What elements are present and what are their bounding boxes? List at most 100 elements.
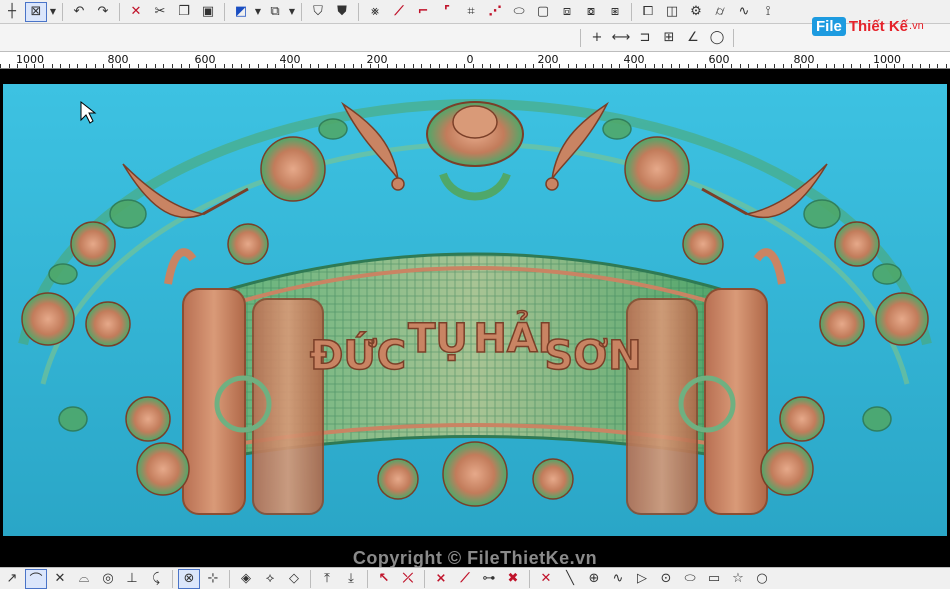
- trim-curve-icon[interactable]: ⤹: [145, 569, 167, 589]
- line-icon[interactable]: ⟋: [388, 2, 410, 22]
- toolbar-separator: [631, 2, 632, 21]
- layer-icon[interactable]: ⧈: [556, 2, 578, 22]
- wave-tool-icon[interactable]: ⊕: [583, 569, 605, 589]
- rectangle-tool-icon[interactable]: ⬭: [679, 569, 701, 589]
- arrow-diag-icon[interactable]: ↗: [1, 569, 23, 589]
- chevron-down-icon[interactable]: ▼: [287, 7, 297, 16]
- align-icon[interactable]: ⧆: [604, 2, 626, 22]
- mirror-icon[interactable]: ⧠: [637, 2, 659, 22]
- arrow-split-icon[interactable]: ⤫: [397, 569, 419, 589]
- arc-tool-icon[interactable]: ⌒: [25, 568, 47, 589]
- fillet-icon[interactable]: ⌜: [436, 2, 458, 22]
- chevron-down-icon[interactable]: ▼: [253, 7, 263, 16]
- viewport[interactable]: ĐỨC TỤ HẢI SƠN Copyright © FileThietKe.v…: [0, 69, 950, 568]
- ruler-tick: [705, 64, 706, 68]
- measure-box-icon[interactable]: ⊞: [658, 28, 680, 48]
- target-circle-icon[interactable]: ▷: [631, 569, 653, 589]
- trim-icon[interactable]: ⨳: [364, 2, 386, 22]
- toolbar-separator: [580, 28, 581, 47]
- toolbar-separator: [310, 569, 311, 588]
- ruler-tick: [654, 64, 655, 68]
- ruler-tick: [576, 64, 577, 68]
- undo-icon[interactable]: ↶: [68, 2, 90, 22]
- star-tool-icon[interactable]: ✖: [502, 569, 524, 589]
- ruler-tick: [912, 64, 913, 68]
- ellipse-icon[interactable]: ⬭: [508, 2, 530, 22]
- cut-icon[interactable]: ✂: [149, 2, 171, 22]
- relief-canvas[interactable]: ĐỨC TỤ HẢI SƠN: [3, 84, 947, 536]
- break-icon[interactable]: ⟋: [454, 569, 476, 589]
- ruler-tick: [232, 64, 233, 68]
- ruler-tick: [525, 64, 526, 68]
- ruler-label: 200: [537, 53, 559, 66]
- circle-tool-icon[interactable]: ☆: [727, 569, 749, 589]
- copy-icon[interactable]: ❐: [173, 2, 195, 22]
- ruler-tick: [636, 64, 637, 68]
- offset-icon[interactable]: ⌗: [460, 2, 482, 22]
- chevron-down-icon[interactable]: ▼: [48, 7, 58, 16]
- arrow-up-icon[interactable]: ↖: [373, 569, 395, 589]
- diamond-x-icon[interactable]: ⟡: [259, 569, 281, 589]
- corner-icon[interactable]: ⌐: [412, 2, 434, 22]
- ruler-tick: [387, 64, 388, 68]
- ruler-tick: [353, 64, 354, 68]
- character-son: SƠN: [544, 333, 641, 379]
- join-icon[interactable]: ⨯: [430, 569, 452, 589]
- ruler-tick: [344, 64, 345, 68]
- node-edit-icon[interactable]: ⊹: [202, 569, 224, 589]
- lasso-icon[interactable]: ◯: [706, 28, 728, 48]
- ruler-tick: [172, 64, 173, 68]
- brand-logo: File Thiết Kế .vn: [812, 13, 924, 39]
- cross-tool-icon[interactable]: ✕: [49, 569, 71, 589]
- fold-icon[interactable]: ⌭: [709, 2, 731, 22]
- paste-icon[interactable]: ▣: [197, 2, 219, 22]
- circle-point-icon[interactable]: ╲: [559, 569, 581, 589]
- group-icon[interactable]: ⧇: [580, 2, 602, 22]
- angle-icon[interactable]: ∠: [682, 28, 704, 48]
- ruler-tick: [679, 64, 680, 68]
- node-add-icon[interactable]: ⊗: [178, 568, 200, 589]
- view-color-icon[interactable]: ◩: [230, 2, 252, 22]
- view-box-icon[interactable]: ⧉: [264, 2, 286, 22]
- circle-tool-end-icon[interactable]: ○: [751, 569, 773, 589]
- redo-icon[interactable]: ↷: [92, 2, 114, 22]
- layer-down-icon[interactable]: ⤓: [340, 569, 362, 589]
- ruler-tick: [490, 64, 491, 68]
- ruler-tick: [929, 64, 930, 68]
- window-select-icon[interactable]: ⊠: [25, 1, 47, 22]
- shade-icon[interactable]: ⛉: [307, 2, 329, 22]
- diamond-plus-icon[interactable]: ◇: [283, 569, 305, 589]
- ellipse-tool-icon[interactable]: ⊙: [655, 569, 677, 589]
- ruler-tick: [464, 64, 465, 68]
- delete-icon[interactable]: ✕: [125, 2, 147, 22]
- line-tool-icon[interactable]: ✕: [535, 569, 557, 589]
- perpendicular-icon[interactable]: ⊥: [121, 569, 143, 589]
- add-point-icon[interactable]: +: [586, 28, 608, 48]
- shield-icon[interactable]: ⛊: [331, 2, 353, 22]
- ruler-tick: [86, 64, 87, 68]
- target-tool-icon[interactable]: ◎: [97, 569, 119, 589]
- frame-icon[interactable]: ▢: [532, 2, 554, 22]
- node-icon[interactable]: ⋰: [484, 2, 506, 22]
- delete-node-icon[interactable]: ⊶: [478, 569, 500, 589]
- wave-icon[interactable]: ∿: [733, 2, 755, 22]
- layer-up-icon[interactable]: ⤒: [316, 569, 338, 589]
- rotate-icon[interactable]: ◫: [661, 2, 683, 22]
- ruler-tick: [714, 64, 715, 68]
- star-shape-icon[interactable]: ▭: [703, 569, 725, 589]
- toolbar-separator: [358, 2, 359, 21]
- toolbar-separator: [172, 569, 173, 588]
- diamond-node-icon[interactable]: ◈: [235, 569, 257, 589]
- tree-icon[interactable]: ⟟: [757, 2, 779, 22]
- dimension-icon[interactable]: ⟷: [610, 28, 632, 48]
- curve-tool-icon[interactable]: ⌓: [73, 569, 95, 589]
- triangle-tool-icon[interactable]: ∿: [607, 569, 629, 589]
- scale-icon[interactable]: ⚙: [685, 2, 707, 22]
- ruler-tick: [533, 64, 534, 68]
- ruler-label: 1000: [16, 53, 44, 66]
- ruler-tick: [146, 64, 147, 68]
- brand-domain-text: .vn: [909, 20, 924, 32]
- snap-corner-icon[interactable]: ⊐: [634, 28, 656, 48]
- ruler-tick: [602, 64, 603, 68]
- crosshair-icon[interactable]: ┼: [1, 2, 23, 22]
